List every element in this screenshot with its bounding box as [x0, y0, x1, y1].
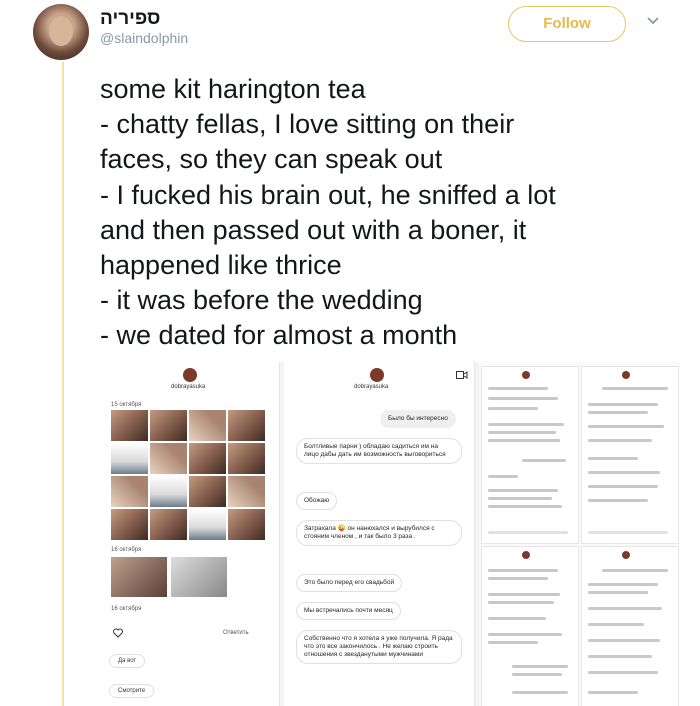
mini-screenshot: [481, 366, 579, 544]
display-name[interactable]: ספיריה: [100, 8, 160, 30]
mini-screenshot: [481, 546, 579, 706]
tweet-line: some kit harington tea: [100, 74, 366, 104]
chevron-down-icon[interactable]: [646, 14, 660, 28]
photo-grid: [111, 410, 265, 540]
date-label: 16 октября: [111, 547, 142, 553]
mini-screenshot: [581, 366, 679, 544]
media-image[interactable]: dobrayasuka 15 октября 16 октября 16 окт…: [101, 362, 679, 706]
photo-thumb: [111, 557, 167, 597]
dm-username: dobrayasuka: [354, 384, 389, 390]
date-label: 15 октября: [111, 402, 142, 408]
message-bubble: Болтливые парни ) обладаю садиться им на…: [296, 438, 462, 464]
screenshot-grid: [479, 362, 679, 706]
tweet-line: - I fucked his brain out, he sniffed a l…: [100, 179, 556, 210]
message-bubble: Это было перед его свадьбой: [296, 574, 403, 592]
tweet-line: - chatty fellas, I love sitting on their: [100, 109, 515, 140]
heart-icon: [113, 628, 123, 638]
message-bubble: Смотрите: [109, 684, 155, 698]
photo-thumb: [171, 557, 227, 597]
thread-line: [62, 62, 64, 706]
tweet-line: - we dated for almost a month: [100, 320, 458, 351]
message-bubble: Обожаю: [296, 492, 338, 510]
screenshot-dm: dobrayasuka Было бы интересно Болтливые …: [284, 362, 475, 706]
tweet-line: faces, so they can speak out: [100, 144, 443, 175]
message-bubble: Мы встречались почти месяц: [296, 602, 401, 620]
screenshot-profile: dobrayasuka 15 октября 16 октября 16 окт…: [101, 362, 280, 706]
tweet-line: and then passed out with a boner, it: [100, 214, 527, 245]
follow-button[interactable]: Follow: [508, 6, 626, 42]
mini-screenshot: [581, 546, 679, 706]
message-bubble: Собственно что я хотела я уже получила. …: [296, 630, 462, 664]
reply-label: Ответить: [223, 630, 249, 636]
video-icon: [456, 371, 468, 379]
dm-avatar-icon: [370, 368, 384, 382]
tweet-line: - it was before the wedding: [100, 285, 423, 316]
user-handle[interactable]: @slaindolphin: [100, 30, 188, 46]
profile-username: dobrayasuka: [171, 384, 206, 390]
avatar[interactable]: [33, 4, 89, 60]
tweet-line: happened like thrice: [100, 250, 342, 281]
message-bubble: Затрахала 😜 он нанюхался и вырубился с с…: [296, 520, 462, 546]
profile-avatar-icon: [183, 368, 197, 382]
date-label: 16 октября: [111, 606, 142, 612]
tweet-text: some kit harington tea - chatty fellas, …: [100, 72, 660, 354]
message-bubble: Было бы интересно: [380, 410, 456, 428]
message-bubble: Да вот: [109, 654, 146, 668]
